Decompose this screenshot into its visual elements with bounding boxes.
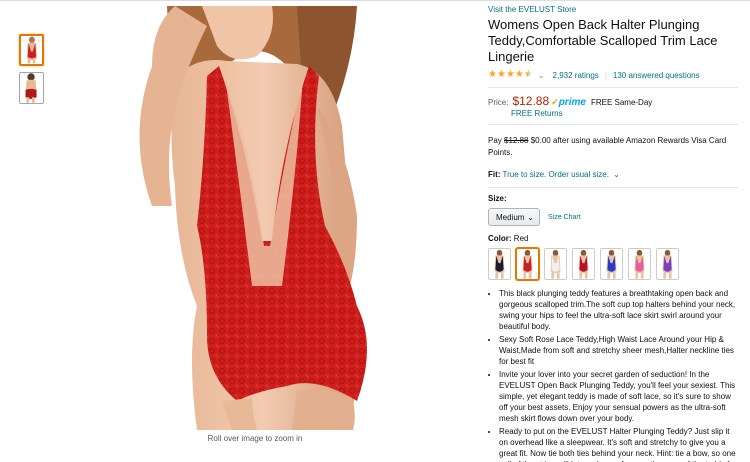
thumbnail-image [20,73,43,103]
swatch-image [573,249,594,279]
star-icon: ★ [488,69,497,80]
prime-check-icon: ✓ [551,97,559,107]
divider [488,87,738,88]
swatch-image [601,249,622,279]
thumbnail-list [19,34,45,110]
size-label: Size: [488,194,507,203]
free-returns-link[interactable]: FREE Returns [511,109,738,118]
ratings-count-link[interactable]: 2,932 ratings [553,71,599,80]
swatch-image [517,249,538,279]
prime-label: prime [558,97,586,108]
half-star-icon: ★ [523,69,533,80]
divider [488,187,738,188]
color-swatch[interactable] [544,248,567,280]
color-swatch[interactable] [628,248,651,280]
separator: | [604,70,607,80]
rewards-pay-info: Pay $12.88 $0.00 after using available A… [488,135,728,159]
swatch-image [657,249,678,279]
color-swatch[interactable] [572,248,595,280]
prime-badge: ✓prime [551,97,586,108]
size-chart-link[interactable]: Size Chart [548,214,581,221]
fit-info: Fit: True to size. Order usual size. ⌄ [488,170,738,179]
color-swatch[interactable] [488,248,511,280]
zoom-hint: Roll over image to zoom in [207,434,303,443]
store-link[interactable]: Visit the EVELUST Store [488,5,738,14]
feature-bullet: Invite your lover into your secret garde… [499,369,738,424]
chevron-down-icon: ⌄ [527,212,534,222]
main-product-image[interactable] [57,6,457,430]
feature-bullet: This black plunging teddy features a bre… [499,288,738,332]
shipping-info: FREE Same-Day [590,98,653,107]
fit-label: Fit: [488,170,501,179]
color-selected-value: Red [513,234,529,243]
feature-bullet: Sexy Soft Rose Lace Teddy,High Waist Lac… [499,334,738,367]
color-label: Color: [488,234,512,243]
swatch-image [545,249,566,279]
pay-strike-price: $12.88 [504,136,529,145]
swatch-image [629,249,650,279]
product-title: Womens Open Back Halter Plunging Teddy,C… [488,17,718,64]
rating-stars[interactable]: ★ ★ ★ ★ ★ [488,70,533,80]
swatch-image [489,249,510,279]
feature-bullet: Ready to put on the EVELUST Halter Plung… [499,426,738,462]
fit-value-link[interactable]: True to size. Order usual size. [503,170,609,179]
feature-bullets: This black plunging teddy features a bre… [488,288,738,462]
product-details: Visit the EVELUST Store Womens Open Back… [488,5,738,462]
size-dropdown[interactable]: Medium ⌄ [488,208,540,226]
star-icon: ★ [505,69,515,80]
star-icon: ★ [496,69,506,80]
top-divider [0,0,750,1]
thumbnail-image [21,36,42,64]
color-swatches [488,248,738,280]
color-label-row: Color: Red [488,234,738,243]
price-value: $12.88 [512,94,550,108]
star-icon: ★ [514,69,524,80]
thumbnail-back-view[interactable] [19,72,44,104]
chevron-down-icon[interactable]: ⌄ [538,71,545,80]
product-photo [57,6,457,430]
rating-row: ★ ★ ★ ★ ★ ⌄ 2,932 ratings | 130 answered… [488,69,738,81]
divider [488,124,738,125]
color-swatch[interactable] [656,248,679,280]
color-swatch[interactable] [600,248,623,280]
size-selected-value: Medium [496,212,525,222]
price-row: Price: $12.88 ✓prime FREE Same-Day [488,94,738,108]
color-swatch[interactable] [516,248,539,280]
size-row: Medium ⌄ Size Chart [488,208,738,226]
thumbnail-front-view[interactable] [19,34,44,66]
chevron-down-icon[interactable]: ⌄ [613,170,620,179]
answered-questions-link[interactable]: 130 answered questions [613,71,700,80]
price-label: Price: [488,98,509,107]
pay-prefix: Pay [488,136,502,145]
